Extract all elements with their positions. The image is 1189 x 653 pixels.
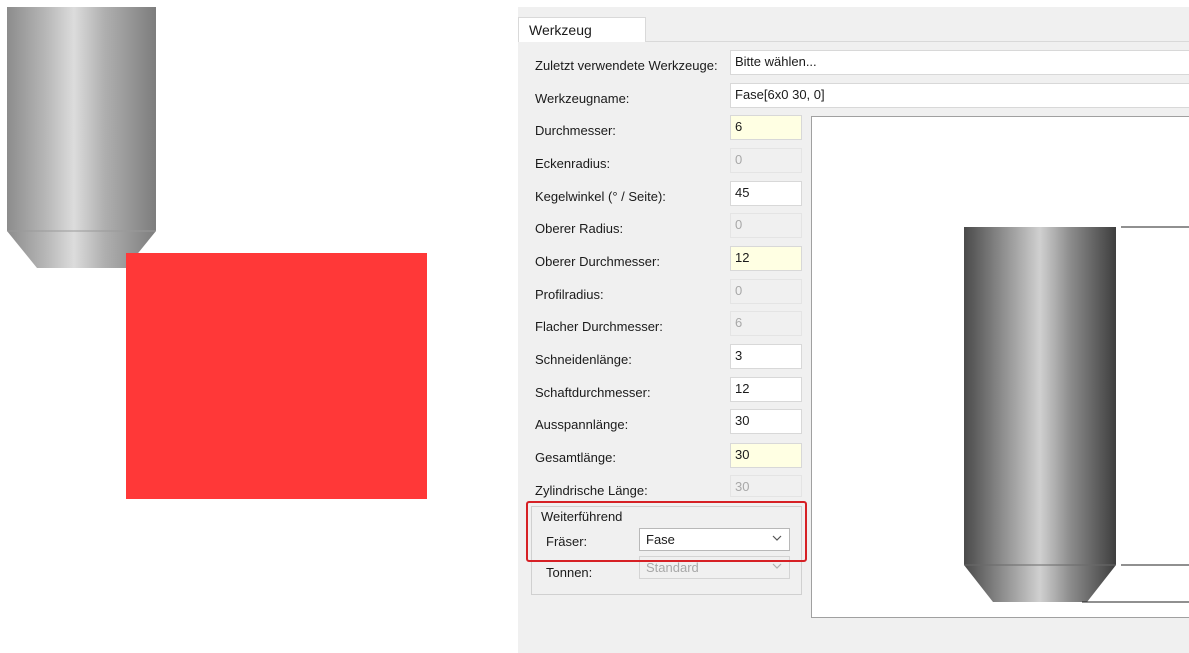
workpiece-block	[126, 253, 427, 499]
cutting-length-input[interactable]: 3	[730, 344, 802, 369]
tool-name-input[interactable]: Fase[6x0 30, 0]	[730, 83, 1189, 108]
cone-angle-label: Kegelwinkel (° / Seite):	[535, 189, 666, 204]
flat-diameter-input: 6	[730, 311, 802, 336]
tab-werkzeug[interactable]: Werkzeug	[518, 17, 646, 42]
shaft-diameter-input[interactable]: 12	[730, 377, 802, 402]
flat-diameter-label: Flacher Durchmesser:	[535, 319, 663, 334]
chamfer-tool-preview	[964, 226, 1189, 603]
overhang-length-label: Ausspannlänge:	[535, 417, 629, 432]
upper-diameter-input[interactable]: 12	[730, 246, 802, 271]
profile-radius-input: 0	[730, 279, 802, 304]
recent-tools-select[interactable]: Bitte wählen...	[730, 50, 1189, 75]
shaft-diameter-label: Schaftdurchmesser:	[535, 385, 651, 400]
profile-radius-label: Profilradius:	[535, 287, 604, 302]
diameter-label: Durchmesser:	[535, 123, 616, 138]
upper-diameter-label: Oberer Durchmesser:	[535, 254, 660, 269]
tool-dialog: Werkzeug Zuletzt verwendete Werkzeuge: B…	[518, 7, 1189, 653]
overhang-length-input[interactable]: 30	[730, 409, 802, 434]
highlight-frame	[526, 501, 807, 562]
corner-radius-input: 0	[730, 148, 802, 173]
barrel-label: Tonnen:	[546, 565, 593, 580]
chamfer-tool-illustration	[7, 7, 156, 268]
diameter-input[interactable]: 6	[730, 115, 802, 140]
tab-divider	[646, 41, 1189, 42]
cylindrical-length-label: Zylindrische Länge:	[535, 483, 648, 498]
tool-name-label: Werkzeugname:	[535, 91, 630, 106]
total-length-label: Gesamtlänge:	[535, 450, 616, 465]
cylindrical-length-input: 30	[730, 475, 802, 497]
cone-angle-input[interactable]: 45	[730, 181, 802, 206]
recent-tools-label: Zuletzt verwendete Werkzeuge:	[535, 58, 718, 73]
tool-preview-panel	[811, 116, 1189, 618]
total-length-input[interactable]: 30	[730, 443, 802, 468]
barrel-type-value: Standard	[646, 560, 699, 575]
upper-radius-label: Oberer Radius:	[535, 221, 624, 236]
upper-radius-input: 0	[730, 213, 802, 238]
corner-radius-label: Eckenradius:	[535, 156, 611, 171]
cutting-length-label: Schneidenlänge:	[535, 352, 632, 367]
